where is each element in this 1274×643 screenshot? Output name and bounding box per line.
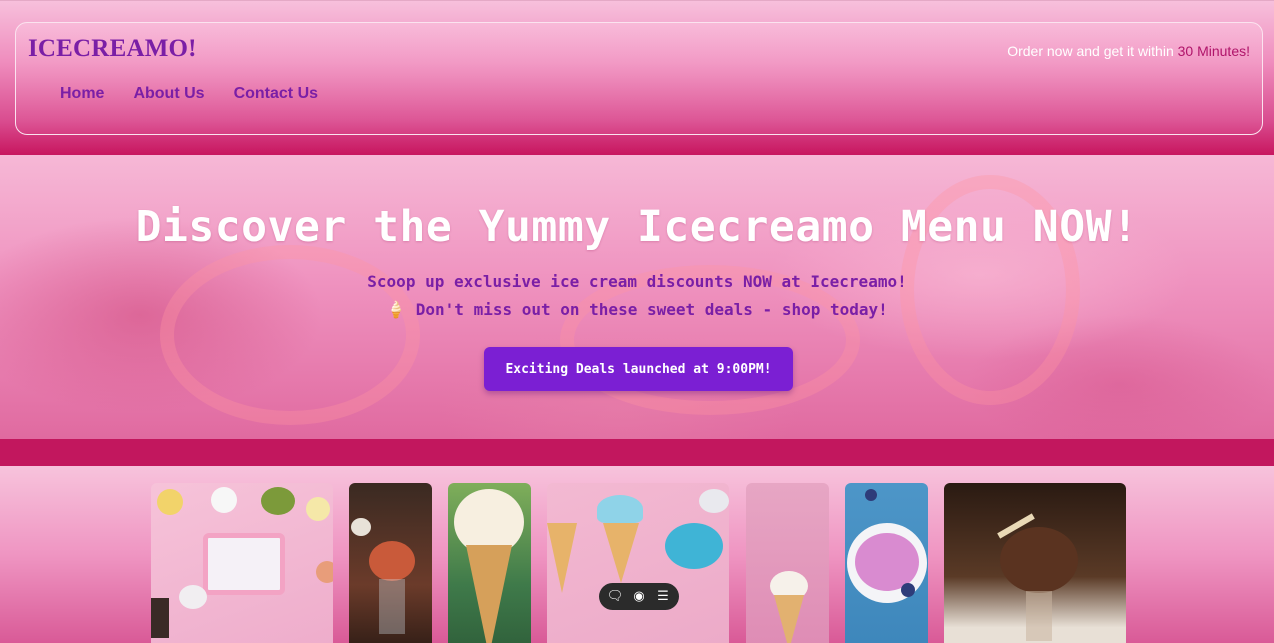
cone-shape [547, 523, 577, 593]
cones-macarons-image[interactable] [547, 483, 729, 643]
nav-about-link[interactable]: About Us [133, 85, 204, 103]
sundae-glass-image[interactable] [349, 483, 432, 643]
fruit-shape [316, 561, 333, 583]
tagline-text: Order now and get it within [1007, 43, 1178, 59]
hero-subtitle-line2: 🍦 Don't miss out on these sweet deals - … [0, 300, 1274, 319]
sprinkle-cone-image[interactable] [448, 483, 531, 643]
hero-subtitle-line1: Scoop up exclusive ice cream discounts N… [367, 272, 907, 291]
brand-logo[interactable]: ICECREAMO! [28, 35, 197, 63]
scoop-shape [1000, 527, 1078, 593]
hero-banner: Discover the Yummy Icecreamo Menu NOW! S… [0, 155, 1274, 439]
macaron-shape [699, 489, 729, 513]
glass-shape [1026, 591, 1052, 641]
header: ICECREAMO! Order now and get it within 3… [0, 0, 1274, 155]
glass-shape [379, 579, 405, 634]
scoop-shape [597, 495, 643, 523]
nav-contact-link[interactable]: Contact Us [234, 85, 318, 103]
scoop-shape [306, 497, 330, 521]
floating-toolbar: 🗨 ◉ ☰ [599, 583, 679, 610]
berry-shape [865, 489, 877, 501]
chocolate-sundae-image[interactable] [944, 483, 1126, 643]
cone-sprinkles-image[interactable] [746, 483, 829, 643]
header-panel [15, 22, 1263, 135]
lemon-shape [157, 489, 183, 515]
tagline-highlight: 30 Minutes! [1177, 43, 1250, 59]
scoop-shape [211, 487, 237, 513]
view-icon[interactable]: ◉ [631, 589, 647, 604]
delivery-tagline: Order now and get it within 30 Minutes! [1007, 43, 1250, 59]
berry-bowl-image[interactable] [845, 483, 928, 643]
cup-shape [351, 518, 371, 536]
frame-shape [203, 533, 285, 595]
cone-shape [774, 595, 804, 643]
image-gallery [0, 466, 1274, 643]
macaron-shape [665, 523, 723, 569]
comment-icon[interactable]: 🗨 [607, 589, 624, 604]
main-nav: Home About Us Contact Us [60, 85, 318, 103]
ice-cream-cone-icon: 🍦 [386, 300, 407, 319]
divider-band [0, 439, 1274, 466]
berry-shape [901, 583, 915, 597]
hero-subtitle-line2-text: Don't miss out on these sweet deals - sh… [406, 300, 888, 319]
kiwi-shape [261, 487, 295, 515]
ice-cream-flatlay-image[interactable] [151, 483, 333, 643]
hero-title: Discover the Yummy Icecreamo Menu NOW! [135, 202, 1139, 252]
nav-home-link[interactable]: Home [60, 85, 104, 103]
scoop-shape [369, 541, 415, 581]
chocolate-shape [151, 598, 169, 638]
macaron-shape [179, 585, 207, 609]
deals-button[interactable]: Exciting Deals launched at 9:00PM! [484, 347, 793, 391]
cone-shape [603, 523, 639, 583]
menu-icon[interactable]: ☰ [655, 589, 671, 604]
cone-shape [466, 545, 512, 643]
